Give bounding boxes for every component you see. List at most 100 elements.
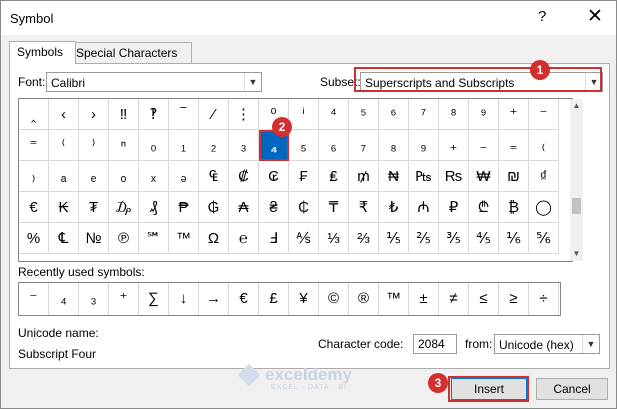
- symbol-cell[interactable]: ⁻: [529, 99, 559, 130]
- symbol-cell[interactable]: ‽: [139, 99, 169, 130]
- symbol-cell[interactable]: ⅗: [439, 223, 469, 254]
- recent-symbol-cell[interactable]: ≤: [469, 283, 499, 315]
- symbol-cell[interactable]: ₪: [499, 161, 529, 192]
- cancel-button[interactable]: Cancel: [536, 378, 608, 400]
- symbol-cell[interactable]: ⁄: [199, 99, 229, 130]
- symbol-cell[interactable]: %: [19, 223, 49, 254]
- recent-symbol-cell[interactable]: ÷: [529, 283, 559, 315]
- symbol-cell[interactable]: ₺: [379, 192, 409, 223]
- symbol-cell[interactable]: ℄: [49, 223, 79, 254]
- symbol-cell[interactable]: ₵: [289, 192, 319, 223]
- symbol-cell[interactable]: ⁴: [319, 99, 349, 130]
- symbol-cell[interactable]: ₃: [229, 130, 259, 161]
- symbol-cell[interactable]: ₎: [19, 161, 49, 192]
- symbol-cell[interactable]: ₯: [109, 192, 139, 223]
- symbol-cell[interactable]: ₭: [49, 192, 79, 223]
- symbol-cell[interactable]: ⅓: [319, 223, 349, 254]
- help-button[interactable]: ?: [538, 8, 546, 25]
- symbol-cell[interactable]: ₩: [469, 161, 499, 192]
- symbol-cell[interactable]: ₲: [199, 192, 229, 223]
- symbol-cell[interactable]: ◯: [529, 192, 559, 223]
- symbol-cell[interactable]: №: [79, 223, 109, 254]
- symbol-cell[interactable]: ₧: [409, 161, 439, 192]
- recent-symbol-cell[interactable]: ≥: [499, 283, 529, 315]
- symbol-cell[interactable]: ₑ: [79, 161, 109, 192]
- recent-symbol-cell[interactable]: ®: [349, 283, 379, 315]
- symbol-cell[interactable]: ₼: [409, 192, 439, 223]
- symbol-cell[interactable]: Ω: [199, 223, 229, 254]
- symbol-cell[interactable]: ₱: [169, 192, 199, 223]
- symbol-cell[interactable]: ₀: [139, 130, 169, 161]
- symbol-cell[interactable]: ₆: [319, 130, 349, 161]
- chevron-down-icon[interactable]: ▼: [582, 335, 599, 353]
- symbol-cell[interactable]: ₠: [199, 161, 229, 192]
- symbol-cell[interactable]: ₂: [199, 130, 229, 161]
- recent-symbol-cell[interactable]: ⁻: [19, 283, 49, 315]
- symbol-cell[interactable]: ⁽: [49, 130, 79, 161]
- symbol-cell[interactable]: ⁷: [409, 99, 439, 130]
- symbol-cell[interactable]: ₰: [139, 192, 169, 223]
- recent-symbol-cell[interactable]: ₄: [49, 283, 79, 315]
- symbol-cell[interactable]: ₒ: [109, 161, 139, 192]
- symbol-cell[interactable]: ‼: [109, 99, 139, 130]
- symbol-cell[interactable]: ‹: [49, 99, 79, 130]
- symbol-cell[interactable]: ₁: [169, 130, 199, 161]
- symbol-cell[interactable]: Ⅎ: [259, 223, 289, 254]
- symbol-cell[interactable]: ‾: [169, 99, 199, 130]
- symbol-cell[interactable]: ⅖: [409, 223, 439, 254]
- symbol-cell[interactable]: ⅙: [499, 223, 529, 254]
- recent-symbol-cell[interactable]: €: [229, 283, 259, 315]
- scroll-up-icon[interactable]: ▲: [570, 99, 583, 113]
- recent-symbol-cell[interactable]: ™: [379, 283, 409, 315]
- symbol-cell[interactable]: ₸: [319, 192, 349, 223]
- recent-symbol-cell[interactable]: →: [199, 283, 229, 315]
- recent-symbol-cell[interactable]: ≠: [439, 283, 469, 315]
- symbol-cell[interactable]: ₤: [319, 161, 349, 192]
- symbol-cell[interactable]: ⅍: [289, 223, 319, 254]
- symbol-cell[interactable]: ⁶: [379, 99, 409, 130]
- from-dropdown[interactable]: Unicode (hex) ▼: [494, 334, 600, 354]
- symbol-cell[interactable]: ‸: [19, 99, 49, 130]
- symbol-cell[interactable]: ₿: [499, 192, 529, 223]
- symbol-cell[interactable]: ⅕: [379, 223, 409, 254]
- symbol-cell[interactable]: ⁱ: [289, 99, 319, 130]
- symbol-cell[interactable]: ₢: [259, 161, 289, 192]
- symbol-cell[interactable]: ₡: [229, 161, 259, 192]
- symbol-cell[interactable]: ₣: [289, 161, 319, 192]
- recent-symbol-cell[interactable]: ¥: [289, 283, 319, 315]
- symbol-cell[interactable]: ℮: [229, 223, 259, 254]
- symbol-cell[interactable]: ₊: [439, 130, 469, 161]
- close-button[interactable]: ✕: [587, 5, 603, 28]
- symbol-cell[interactable]: ₾: [469, 192, 499, 223]
- symbol-cell[interactable]: ℠: [139, 223, 169, 254]
- symbol-cell[interactable]: €: [19, 192, 49, 223]
- symbol-cell[interactable]: ₹: [349, 192, 379, 223]
- symbol-cell[interactable]: ₓ: [139, 161, 169, 192]
- symbol-cell[interactable]: ℗: [109, 223, 139, 254]
- scroll-down-icon[interactable]: ▼: [570, 247, 583, 261]
- symbol-cell[interactable]: ›: [79, 99, 109, 130]
- tab-special-characters[interactable]: Special Characters: [68, 42, 192, 63]
- symbol-cell[interactable]: ₌: [499, 130, 529, 161]
- symbol-cell[interactable]: ₥: [349, 161, 379, 192]
- symbol-cell[interactable]: ⁹: [469, 99, 499, 130]
- recent-symbol-cell[interactable]: ₃: [79, 283, 109, 315]
- symbol-cell[interactable]: ₫: [529, 161, 559, 192]
- symbol-cell[interactable]: ₮: [79, 192, 109, 223]
- symbol-cell[interactable]: ₨: [439, 161, 469, 192]
- symbol-cell[interactable]: ₈: [379, 130, 409, 161]
- chevron-down-icon[interactable]: ▼: [244, 73, 261, 91]
- symbol-cell[interactable]: ™: [169, 223, 199, 254]
- recent-symbol-cell[interactable]: ↓: [169, 283, 199, 315]
- symbol-cell[interactable]: ₔ: [169, 161, 199, 192]
- symbol-cell[interactable]: ₇: [349, 130, 379, 161]
- recent-symbol-cell[interactable]: £: [259, 283, 289, 315]
- scrollbar-thumb[interactable]: [572, 198, 581, 214]
- character-code-input[interactable]: 2084: [413, 334, 457, 354]
- recent-symbol-cell[interactable]: ⁺: [109, 283, 139, 315]
- symbol-cell[interactable]: ₍: [529, 130, 559, 161]
- symbol-cell[interactable]: ₅: [289, 130, 319, 161]
- symbol-cell[interactable]: ⅘: [469, 223, 499, 254]
- symbol-cell[interactable]: ₐ: [49, 161, 79, 192]
- symbol-cell[interactable]: ₴: [259, 192, 289, 223]
